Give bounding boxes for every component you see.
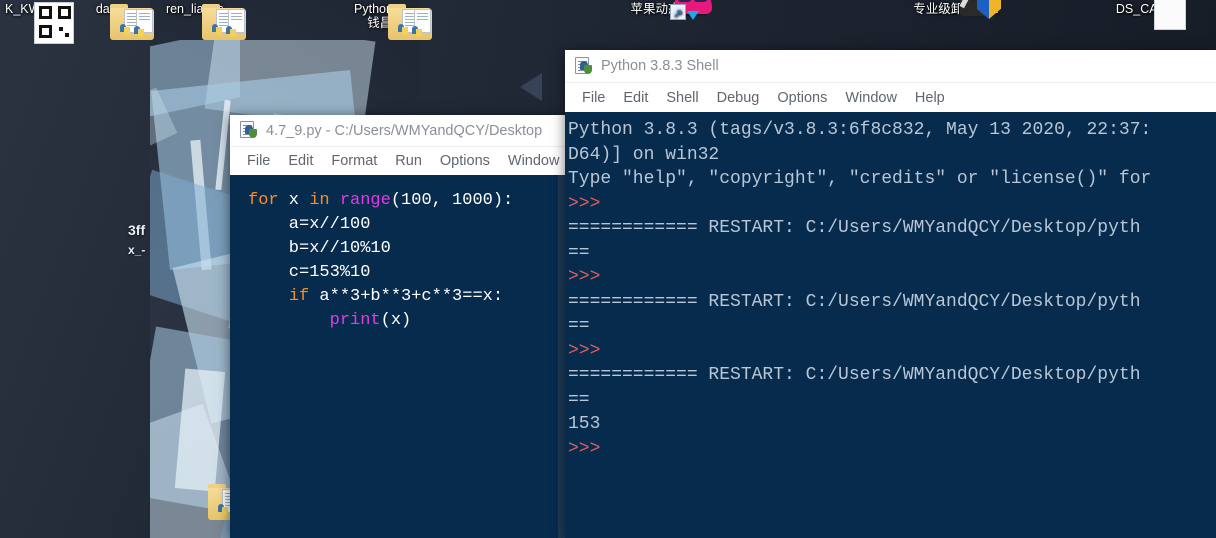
- shell-output-line: Python 3.8.3 (tags/v3.8.3:6f8c832, May 1…: [568, 120, 1152, 140]
- shell-output-area[interactable]: Python 3.8.3 (tags/v3.8.3:6f8c832, May 1…: [565, 112, 1216, 538]
- editor-title-text: 4.7_9.py - C:/Users/WMYandQCY/Desktop: [266, 122, 543, 139]
- editor-code-line: b=x//10%10: [248, 237, 566, 261]
- shell-menu-debug[interactable]: Debug: [708, 88, 769, 108]
- editor-code-area[interactable]: for x in range(100, 1000): a=x//100 b=x/…: [230, 175, 566, 538]
- icon-data[interactable]: data: [60, 2, 156, 40]
- shell-output-line: ============ RESTART: C:/Users/WMYandQCY…: [568, 365, 1141, 385]
- editor-menu-options[interactable]: Options: [431, 151, 499, 171]
- shell-output-line: D64)] on win32: [568, 144, 720, 165]
- code-token: b=x//10%10: [248, 239, 391, 258]
- icon-ren-lian[interactable]: ren_lian_s...: [152, 2, 248, 40]
- shell-menu-help[interactable]: Help: [906, 88, 954, 108]
- code-token: range: [339, 191, 391, 210]
- code-token: in: [309, 191, 330, 210]
- shell-menu-edit[interactable]: Edit: [614, 88, 657, 108]
- shell-title-bar[interactable]: Python 3.8.3 Shell: [565, 50, 1216, 83]
- idle-file-icon: [575, 56, 594, 76]
- shell-menu-window[interactable]: Window: [836, 88, 906, 108]
- code-token: for: [248, 191, 279, 210]
- shell-output-line: Type "help", "copyright", "credits" or "…: [568, 169, 1152, 189]
- editor-menu-file[interactable]: File: [238, 151, 279, 171]
- idle-editor-window[interactable]: 4.7_9.py - C:/Users/WMYandQCY/Desktop Fi…: [230, 115, 607, 538]
- idle-file-icon: [240, 121, 259, 140]
- shell-menu-shell[interactable]: Shell: [657, 88, 707, 108]
- code-token: (100, 1000):: [390, 191, 514, 210]
- code-token: (x): [380, 311, 412, 330]
- python-shell-window[interactable]: Python 3.8.3 Shell File Edit Shell Debug Opt…: [565, 50, 1216, 538]
- shell-output-line: ============ RESTART: C:/Users/WMYandQCY…: [568, 291, 1141, 312]
- icon-uninstaller[interactable]: 专业级卸载软...: [908, 0, 1004, 19]
- shell-title-text: Python 3.8.3 Shell: [601, 58, 719, 74]
- editor-code-line: print(x): [248, 309, 566, 333]
- code-token: c=153%10: [248, 263, 371, 282]
- shell-output-line: >>>: [568, 193, 601, 214]
- editor-menu-run[interactable]: Run: [386, 151, 431, 171]
- shell-menu-file[interactable]: File: [573, 88, 614, 108]
- shell-output-line: ==: [568, 242, 590, 263]
- editor-code-line: c=153%10: [248, 261, 566, 285]
- code-token: a=x//100: [248, 215, 371, 234]
- shell-output-line: ============ RESTART: C:/Users/WMYandQCY…: [568, 218, 1141, 238]
- code-token: a**3+b**3+c**3==x:: [309, 287, 504, 306]
- editor-menu-bar[interactable]: FileEditFormatRunOptionsWindowHelp: [230, 147, 607, 175]
- editor-title-bar[interactable]: 4.7_9.py - C:/Users/WMYandQCY/Desktop: [230, 115, 566, 147]
- editor-code-line: if a**3+b**3+c**3==x:: [248, 285, 566, 309]
- icon-pingguo-wallpaper[interactable]: ↗ 苹果动态壁纸: [620, 0, 716, 20]
- shell-output-line: 153: [568, 414, 601, 434]
- code-token: print: [329, 311, 381, 330]
- editor-code-line: for x in range(100, 1000):: [248, 189, 566, 213]
- icon-ds-catia[interactable]: DS_CATIA: [1098, 0, 1194, 30]
- editor-code-line: a=x//100: [248, 213, 566, 237]
- shell-menu-bar[interactable]: File Edit Shell Debug Options Window Help: [565, 83, 1216, 112]
- shell-menu-options[interactable]: Options: [768, 88, 836, 108]
- shell-output-line: ==: [568, 316, 590, 336]
- editor-menu-edit[interactable]: Edit: [279, 151, 322, 171]
- editor-menu-format[interactable]: Format: [322, 151, 386, 171]
- shell-output-line: ==: [568, 389, 590, 410]
- code-token: x: [278, 191, 310, 210]
- shell-output-line: >>>: [568, 340, 601, 361]
- editor-menu-window[interactable]: Window: [499, 151, 569, 171]
- code-token: if: [288, 287, 310, 306]
- shell-output-line: >>>: [568, 267, 601, 287]
- shell-output-line: >>>: [568, 438, 601, 459]
- icon-python-qcy[interactable]: Python—— 钱昌勇: [338, 2, 434, 40]
